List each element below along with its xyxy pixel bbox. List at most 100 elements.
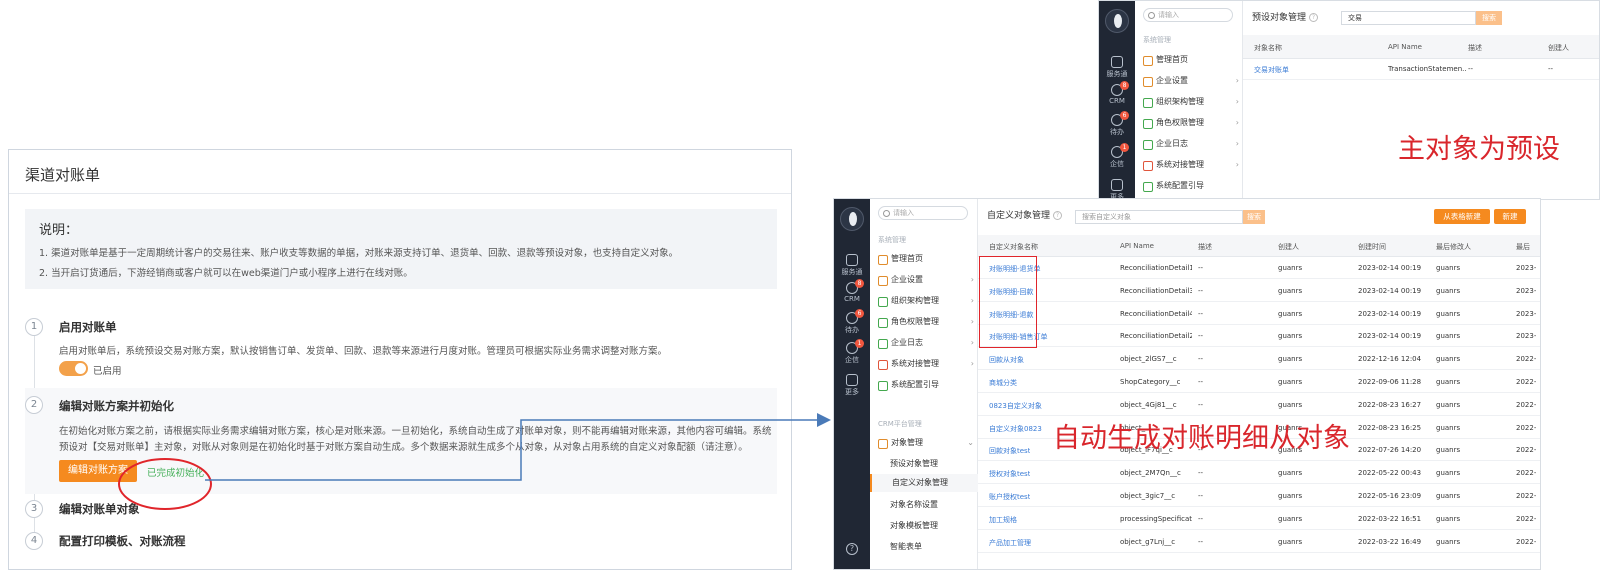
table-row-link[interactable]: 交易对账单 xyxy=(1254,65,1289,75)
table-row-link[interactable]: 回款对象test xyxy=(989,446,1030,456)
dock-label: 待办 xyxy=(1110,128,1124,136)
dock-item-service[interactable]: 服务通 xyxy=(834,254,870,277)
enable-toggle[interactable] xyxy=(59,361,88,376)
description-line: 1. 渠道对账单是基于一定周期统计客户的交易往来、账户收支等数据的单据，对账来源… xyxy=(39,248,679,259)
table-row-link[interactable]: 授权对象test xyxy=(989,469,1030,479)
table-row-link[interactable]: 账户授权test xyxy=(989,492,1030,502)
dock-item-todo[interactable]: 6 待办 xyxy=(834,309,870,335)
table-cell: guanrs xyxy=(1278,378,1303,386)
column-header: API Name xyxy=(1388,43,1422,51)
connector-arrow xyxy=(205,413,831,481)
row-divider xyxy=(978,392,1540,393)
table-row-link[interactable]: 自定义对象0823 xyxy=(989,424,1042,434)
table-cell: object_3gic7__c xyxy=(1120,492,1176,500)
grid-icon xyxy=(1111,179,1123,191)
step-title: 配置打印模板、对账流程 xyxy=(59,534,186,548)
menu-item-log[interactable]: 企业日志 › xyxy=(878,337,974,349)
create-from-table-button[interactable]: 从表格新建 xyxy=(1434,209,1490,224)
table-cell: 2022-03-22 16:49 xyxy=(1358,537,1422,546)
submenu-object-templates[interactable]: 对象模板管理 xyxy=(890,520,938,531)
todo-badge: 6 xyxy=(855,309,864,318)
object-search-input[interactable]: 交易 xyxy=(1341,11,1476,25)
dock-item-chat[interactable]: 1 企信 xyxy=(1099,143,1135,169)
highlight-generated-objects xyxy=(979,256,1037,348)
row-divider xyxy=(978,551,1540,553)
dock-item-more[interactable]: 更多 xyxy=(1099,179,1135,199)
menu-item-guide[interactable]: 系统配置引导 xyxy=(1143,180,1239,192)
table-cell: 2022- xyxy=(1516,537,1536,546)
menu-item-home[interactable]: 管理首页 xyxy=(878,253,974,265)
dock-item-todo[interactable]: 6 待办 xyxy=(1099,111,1135,137)
table-cell: guanrs xyxy=(1278,469,1303,478)
menu-item-integration[interactable]: 系统对接管理 › xyxy=(1143,159,1239,171)
table-row-link[interactable]: 加工规格 xyxy=(989,515,1017,525)
menu-label: 组织架构管理 xyxy=(1156,97,1204,106)
table-cell: 2023- xyxy=(1516,264,1536,272)
table-cell: 2023-02-14 00:19 xyxy=(1358,264,1422,272)
search-button[interactable]: 搜索 xyxy=(1243,210,1265,224)
table-row-link[interactable]: 回款从对象 xyxy=(989,355,1024,365)
table-cell: object_g7Lnj__c xyxy=(1120,537,1176,546)
submenu-preset-objects[interactable]: 预设对象管理 xyxy=(890,458,938,469)
table-row-link[interactable]: 商城分类 xyxy=(989,378,1017,388)
dock-item-crm[interactable]: 8 CRM xyxy=(1099,81,1135,105)
row-divider xyxy=(978,506,1540,507)
table-cell: 2022-07-26 14:20 xyxy=(1358,446,1422,455)
table-row-link[interactable]: 0823自定义对象 xyxy=(989,401,1042,411)
chevron-down-icon: ⌄ xyxy=(967,438,974,447)
menu-search-input[interactable]: 请输入 xyxy=(1143,8,1233,22)
step-number: 2 xyxy=(25,396,43,414)
dock-label: 服务通 xyxy=(841,268,863,276)
dock-item-crm[interactable]: 8 CRM xyxy=(834,279,870,303)
table-cell: guanrs xyxy=(1436,514,1461,523)
table-cell: 2022- xyxy=(1516,400,1536,409)
chevron-right-icon: › xyxy=(1235,160,1239,169)
new-button[interactable]: 新建 xyxy=(1494,209,1526,224)
dock-item-service[interactable]: 服务通 xyxy=(1099,56,1135,79)
submenu-smart-forms[interactable]: 智能表单 xyxy=(890,541,922,552)
help-button[interactable]: ? xyxy=(834,543,870,556)
description-line: 2. 当开启订货通后，下游经销商或客户就可以在web渠道门户或小程序上进行在线对… xyxy=(39,268,413,279)
table-row-link[interactable]: 产品加工管理 xyxy=(989,538,1031,548)
grid-icon xyxy=(846,374,858,386)
menu-item-roles[interactable]: 角色权限管理 › xyxy=(878,316,974,328)
menu-item-company[interactable]: 企业设置 › xyxy=(878,274,974,286)
row-divider xyxy=(1243,79,1599,80)
help-icon[interactable]: ? xyxy=(1309,13,1319,22)
help-icon[interactable]: ? xyxy=(1053,211,1063,220)
object-search-input[interactable]: 搜索自定义对象 xyxy=(1075,210,1243,224)
submenu-object-names[interactable]: 对象名称设置 xyxy=(890,499,938,510)
submenu-custom-objects[interactable]: 自定义对象管理 xyxy=(870,474,978,492)
table-cell: guanrs xyxy=(1436,469,1461,478)
chevron-right-icon: › xyxy=(1235,139,1239,148)
menu-search-input[interactable]: 请输入 xyxy=(878,206,968,220)
menu-item-log[interactable]: 企业日志 › xyxy=(1143,138,1239,150)
dock-item-more[interactable]: 更多 xyxy=(834,374,870,397)
menu-item-integration[interactable]: 系统对接管理 › xyxy=(878,358,974,370)
table-cell: 2023-02-14 00:19 xyxy=(1358,286,1422,295)
row-divider xyxy=(978,369,1540,371)
table-cell: 2022-05-16 23:09 xyxy=(1358,492,1422,500)
menu-item-objects[interactable]: 对象管理 ⌄ xyxy=(878,437,974,449)
menu-group-label: 系统管理 xyxy=(878,236,906,244)
menu-label: 角色权限管理 xyxy=(1156,118,1204,127)
app-logo xyxy=(840,207,864,231)
dock-item-chat[interactable]: 1 企信 xyxy=(834,339,870,365)
table-cell: 2022-08-23 16:27 xyxy=(1358,400,1422,409)
search-button[interactable]: 搜索 xyxy=(1476,11,1502,25)
table-cell: 2022-03-22 16:51 xyxy=(1358,514,1422,523)
chevron-right-icon: › xyxy=(1235,76,1239,85)
menu-item-org[interactable]: 组织架构管理 › xyxy=(878,295,974,307)
table-cell: -- xyxy=(1468,65,1474,73)
page-title-text: 自定义对象管理 xyxy=(987,211,1051,221)
table-cell: 2022-05-22 00:43 xyxy=(1358,469,1422,478)
menu-group-label: 系统管理 xyxy=(1143,36,1171,44)
menu-item-roles[interactable]: 角色权限管理 › xyxy=(1143,117,1239,129)
table-cell: 2022- xyxy=(1516,355,1536,364)
menu-item-company[interactable]: 企业设置 › xyxy=(1143,75,1239,87)
menu-item-home[interactable]: 管理首页 xyxy=(1143,54,1239,66)
menu-item-guide[interactable]: 系统配置引导 xyxy=(878,379,974,391)
step-enable: 1 启用对账单 启用对账单后，系统预设交易对账方案，默认按销售订单、发货单、回款… xyxy=(25,318,777,384)
chevron-right-icon: › xyxy=(1235,97,1239,106)
menu-item-org[interactable]: 组织架构管理 › xyxy=(1143,96,1239,108)
